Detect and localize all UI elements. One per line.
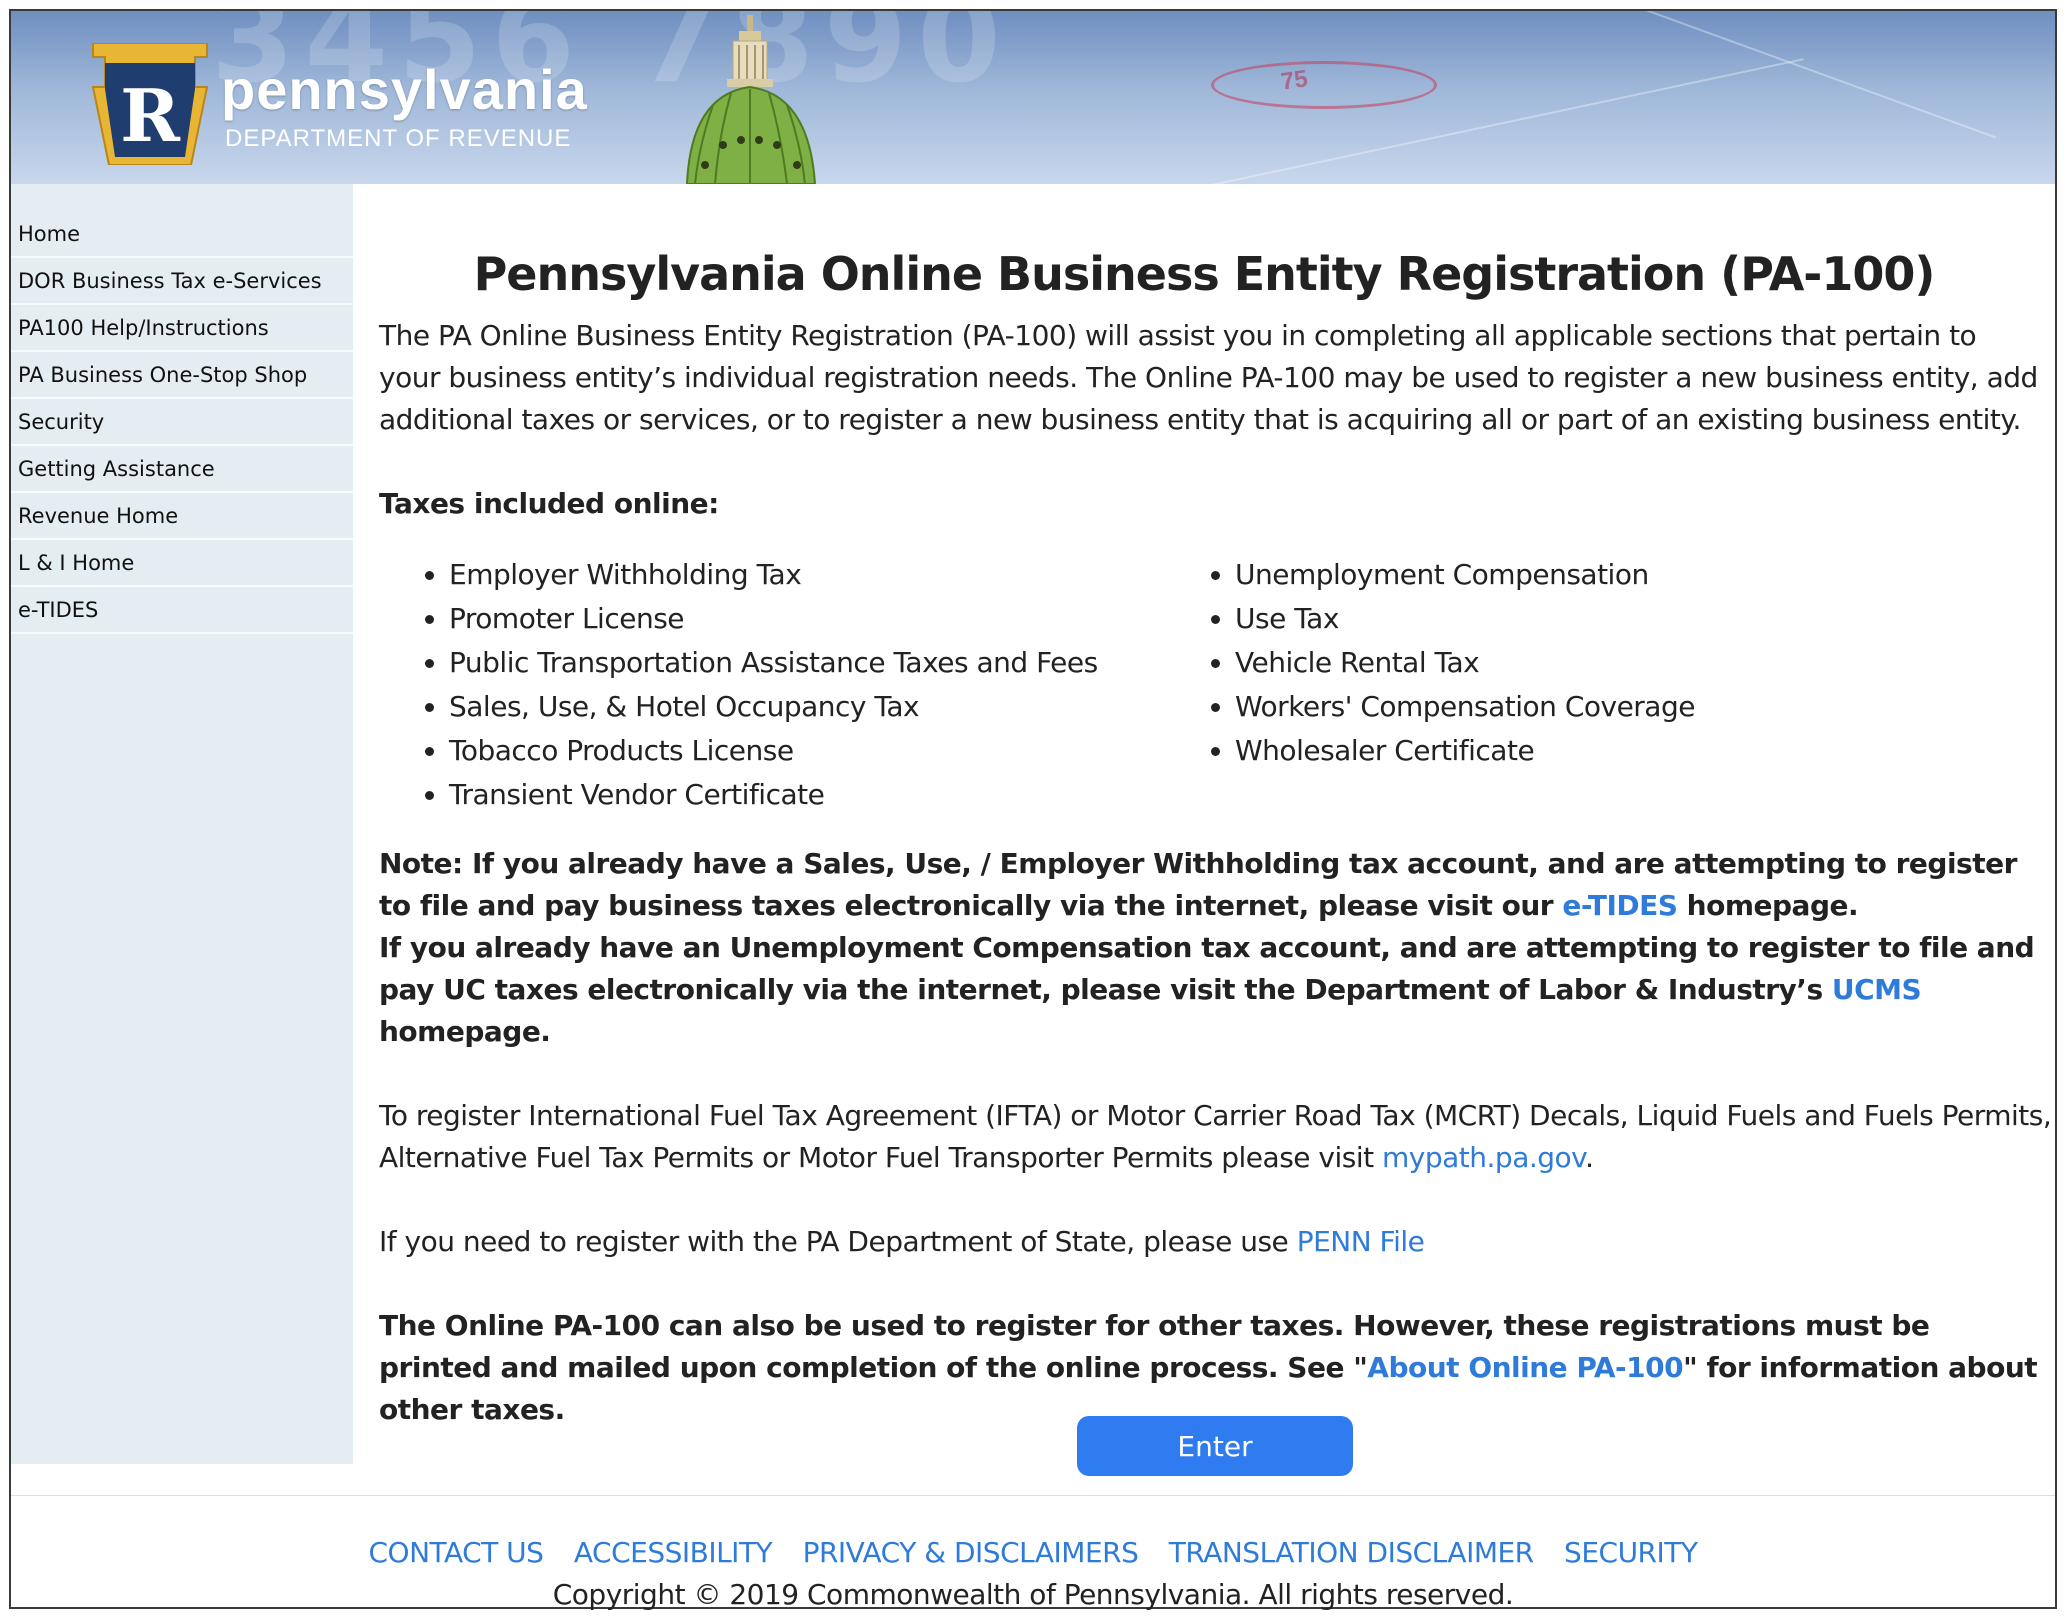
list-item: Sales, Use, & Hotel Occupancy Tax <box>449 685 1165 729</box>
main-content: Pennsylvania Online Business Entity Regi… <box>379 184 2052 1476</box>
header-banner: 3456 7890 75 R pennsylvania DEPARTMENT O… <box>11 11 2055 184</box>
enter-button[interactable]: Enter <box>1077 1416 1353 1476</box>
list-item: Use Tax <box>1235 597 1695 641</box>
footer-link-translation-disclaimer[interactable]: TRANSLATION DISCLAIMER <box>1169 1536 1534 1569</box>
note-text: If you already have an Unemployment Comp… <box>379 931 2035 1006</box>
sidebar-nav: Home DOR Business Tax e-Services PA100 H… <box>11 184 353 1464</box>
list-item: Public Transportation Assistance Taxes a… <box>449 641 1165 685</box>
sidebar-item-pa100-help[interactable]: PA100 Help/Instructions <box>11 305 353 352</box>
taxes-list-right: Unemployment Compensation Use Tax Vehicl… <box>1165 553 1695 817</box>
ucms-link[interactable]: UCMS <box>1832 973 1922 1006</box>
brand-name: pennsylvania <box>221 58 588 121</box>
sidebar-item-home[interactable]: Home <box>11 211 353 258</box>
list-item: Tobacco Products License <box>449 729 1165 773</box>
sidebar-item-dor-business-tax-e-services[interactable]: DOR Business Tax e-Services <box>11 258 353 305</box>
penn-text: If you need to register with the PA Depa… <box>379 1225 1297 1258</box>
list-item: Vehicle Rental Tax <box>1235 641 1695 685</box>
list-item: Workers' Compensation Coverage <box>1235 685 1695 729</box>
footer-link-privacy[interactable]: PRIVACY & DISCLAIMERS <box>803 1536 1139 1569</box>
penn-file-paragraph: If you need to register with the PA Depa… <box>379 1221 2047 1263</box>
list-item: Transient Vendor Certificate <box>449 773 1165 817</box>
ifta-paragraph: To register International Fuel Tax Agree… <box>379 1095 2066 1179</box>
taxes-list: Employer Withholding Tax Promoter Licens… <box>379 553 2047 817</box>
background-line <box>1525 11 1997 139</box>
page-title: Pennsylvania Online Business Entity Regi… <box>473 247 1936 301</box>
other-taxes-paragraph: The Online PA-100 can also be used to re… <box>379 1305 2039 1431</box>
mypath-link[interactable]: mypath.pa.gov <box>1382 1141 1586 1174</box>
list-item: Promoter License <box>449 597 1165 641</box>
e-tides-link[interactable]: e-TIDES <box>1562 889 1678 922</box>
brand-subtitle: DEPARTMENT OF REVENUE <box>225 125 572 152</box>
footer-divider <box>11 1495 2055 1496</box>
copyright-text: Copyright © 2019 Commonwealth of Pennsyl… <box>552 1578 1514 1611</box>
footer-link-accessibility[interactable]: ACCESSIBILITY <box>574 1536 773 1569</box>
ifta-text: To register International Fuel Tax Agree… <box>379 1099 2052 1174</box>
logo-letter: R <box>120 73 181 158</box>
footer-link-contact-us[interactable]: CONTACT US <box>369 1536 544 1569</box>
capitol-dome-icon <box>685 15 817 184</box>
background-badge-number: 75 <box>1279 65 1310 96</box>
note-text: homepage. <box>379 1015 551 1048</box>
sidebar-item-security[interactable]: Security <box>11 399 353 446</box>
sidebar-item-getting-assistance[interactable]: Getting Assistance <box>11 446 353 493</box>
page-frame: 3456 7890 75 R pennsylvania DEPARTMENT O… <box>9 9 2057 1611</box>
list-item: Unemployment Compensation <box>1235 553 1695 597</box>
sidebar-item-e-tides[interactable]: e-TIDES <box>11 587 353 634</box>
taxes-list-left: Employer Withholding Tax Promoter Licens… <box>379 553 1165 817</box>
list-item: Wholesaler Certificate <box>1235 729 1695 773</box>
keystone-logo-icon: R <box>91 43 209 165</box>
sidebar-item-revenue-home[interactable]: Revenue Home <box>11 493 353 540</box>
note-paragraph: Note: If you already have a Sales, Use, … <box>379 843 2039 1053</box>
note-text: homepage. <box>1677 889 1859 922</box>
about-online-pa100-link[interactable]: About Online PA-100 <box>1367 1351 1683 1384</box>
list-item: Employer Withholding Tax <box>449 553 1165 597</box>
sidebar-item-one-stop-shop[interactable]: PA Business One-Stop Shop <box>11 352 353 399</box>
footer-link-security[interactable]: SECURITY <box>1564 1536 1698 1569</box>
footer-links: CONTACT US ACCESSIBILITY PRIVACY & DISCL… <box>11 1536 2055 1569</box>
sidebar-item-li-home[interactable]: L & I Home <box>11 540 353 587</box>
background-badge <box>1211 61 1437 109</box>
ifta-text: . <box>1585 1141 1594 1174</box>
penn-file-link[interactable]: PENN File <box>1297 1225 1425 1258</box>
taxes-heading: Taxes included online: <box>379 487 719 520</box>
intro-paragraph: The PA Online Business Entity Registrati… <box>379 319 2038 436</box>
